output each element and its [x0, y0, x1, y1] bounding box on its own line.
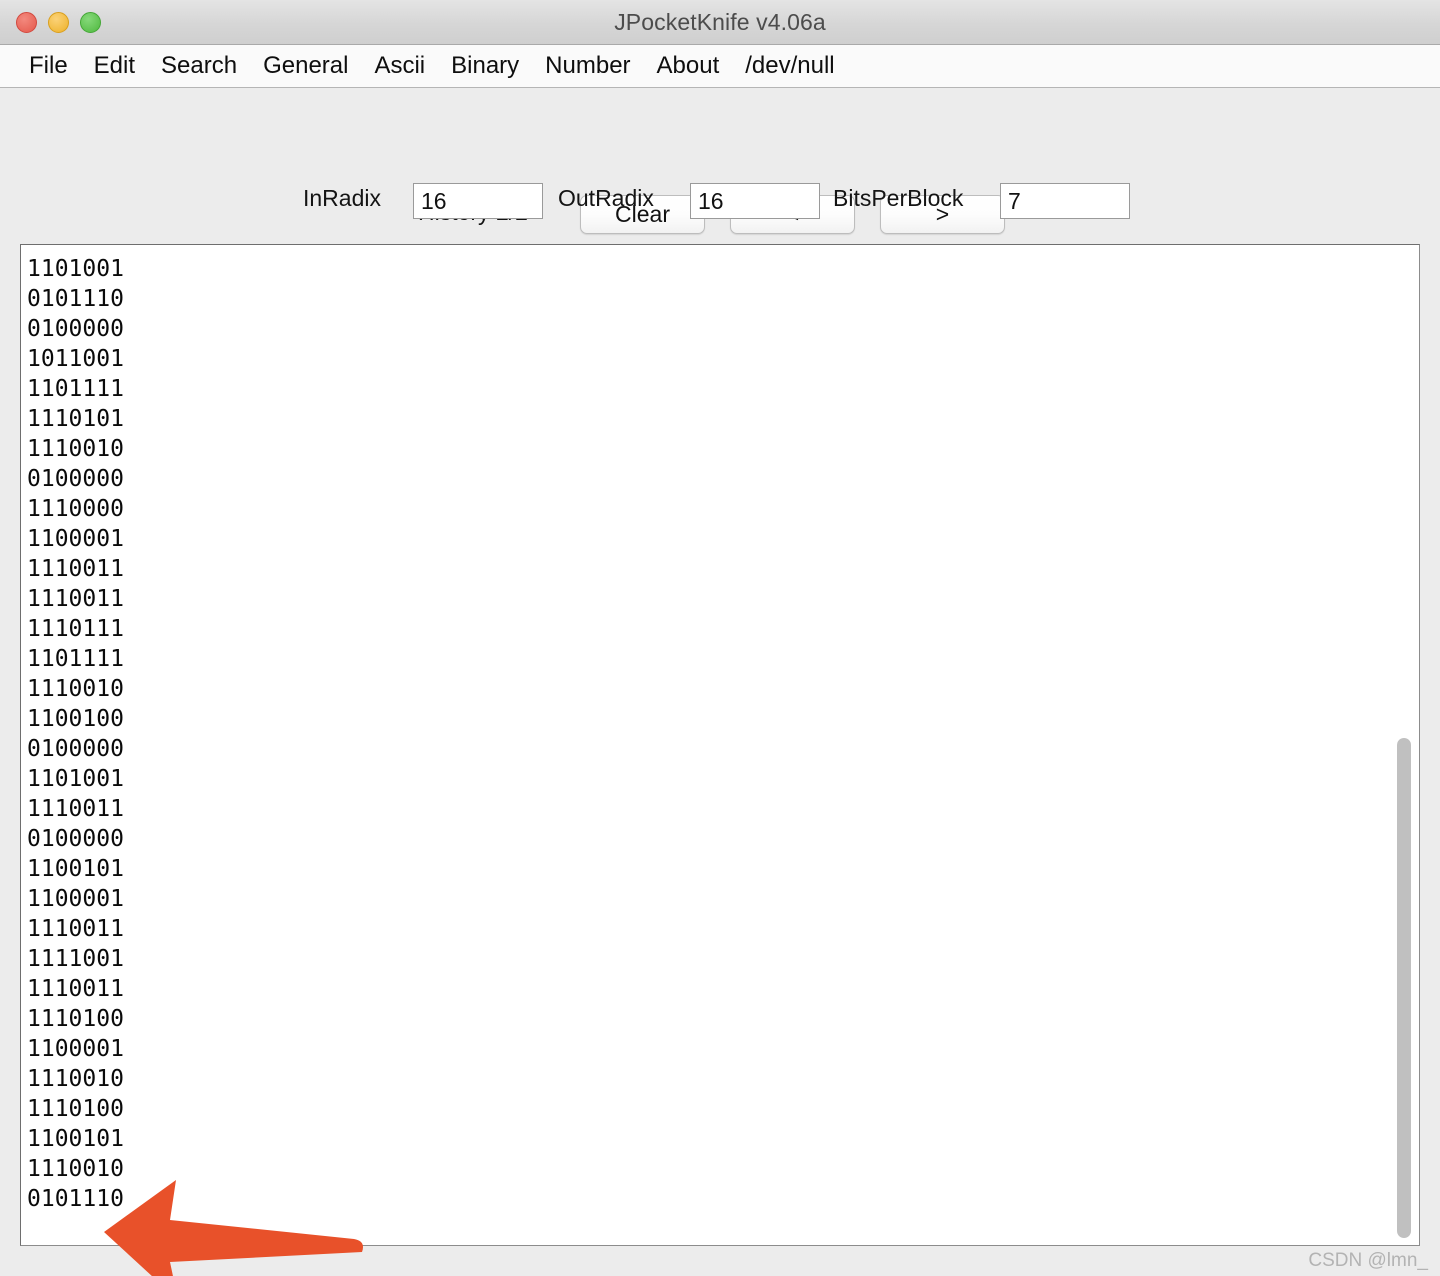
menu-item-general[interactable]: General — [250, 45, 361, 87]
binary-output-textarea[interactable]: 1101001 0101110 0100000 1011001 1101111 … — [20, 244, 1420, 1246]
inradix-input[interactable] — [413, 183, 543, 219]
application-window: JPocketKnife v4.06a File Edit Search Gen… — [0, 0, 1440, 1276]
menu-item-file[interactable]: File — [16, 45, 81, 87]
menu-item-about[interactable]: About — [644, 45, 733, 87]
menu-item-number[interactable]: Number — [532, 45, 643, 87]
watermark-label: CSDN @lmn_ — [1308, 1250, 1428, 1271]
bitsperblock-input[interactable] — [1000, 183, 1130, 219]
bitsperblock-label: BitsPerBlock — [833, 185, 964, 211]
title-bar: JPocketKnife v4.06a — [0, 0, 1440, 45]
menu-item-search[interactable]: Search — [148, 45, 250, 87]
radix-settings-toolbar: InRadix OutRadix BitsPerBlock — [0, 166, 1440, 236]
outradix-input[interactable] — [690, 183, 820, 219]
inradix-label: InRadix — [303, 185, 381, 211]
menu-item-binary[interactable]: Binary — [438, 45, 532, 87]
history-toolbar: History 2/2 Clear < > — [0, 88, 1440, 234]
window-title: JPocketKnife v4.06a — [614, 9, 826, 35]
menu-bar: File Edit Search General Ascii Binary Nu… — [0, 45, 1440, 88]
menu-item-ascii[interactable]: Ascii — [361, 45, 438, 87]
menu-item-dev-null[interactable]: /dev/null — [732, 45, 847, 87]
vertical-scrollbar-thumb[interactable] — [1397, 738, 1411, 1238]
menu-item-edit[interactable]: Edit — [81, 45, 148, 87]
binary-output-text[interactable]: 1101001 0101110 0100000 1011001 1101111 … — [27, 254, 1367, 1214]
vertical-scrollbar[interactable] — [1390, 246, 1418, 1245]
outradix-label: OutRadix — [558, 185, 654, 211]
